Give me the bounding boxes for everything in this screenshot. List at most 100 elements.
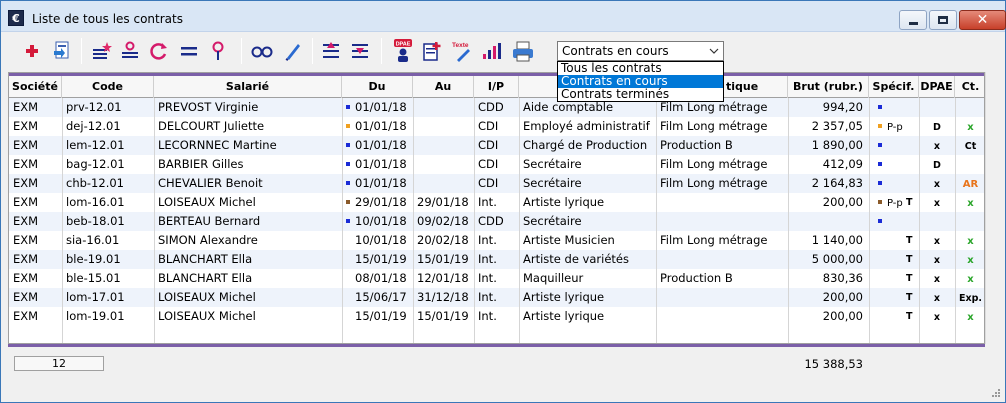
table-row[interactable]: EXM lem-12.01 LECORNNEC Martine 01/01/18 CDI…	[9, 136, 984, 155]
cell-dpae: x	[919, 250, 955, 269]
resize-grip-icon[interactable]	[991, 388, 1001, 398]
cell-du: 01/01/18	[342, 98, 413, 117]
table-row[interactable]: EXM lom-17.01 LOISEAUX Michel 15/06/17 31/12…	[9, 288, 984, 307]
column-header-salarie[interactable]: Salarié	[154, 76, 342, 98]
cell-ct	[955, 98, 984, 117]
refresh-icon[interactable]	[148, 40, 170, 62]
cell-brut: 200,00	[788, 288, 869, 307]
cell-text: Artiste lyrique	[523, 290, 605, 304]
table-row[interactable]: EXM ble-15.01 BLANCHART Ella 08/01/18 12/01/…	[9, 269, 984, 288]
sort-down-icon[interactable]	[350, 40, 372, 62]
cell-du: 15/01/19	[342, 307, 413, 326]
cell-text: chb-12.01	[66, 176, 124, 190]
print-icon[interactable]	[511, 40, 535, 62]
column-header-ip[interactable]: I/P	[474, 76, 519, 98]
cell-emploi: Secrétaire	[519, 155, 656, 174]
column-header-societe[interactable]: Société	[9, 76, 62, 98]
specif-t-flag: T	[906, 235, 913, 246]
table-row[interactable]: EXM dej-12.01 DELCOURT Juliette 01/01/18 CDI…	[9, 117, 984, 136]
cell-prod	[656, 193, 788, 212]
cell-text: 01/01/18	[355, 100, 407, 114]
table-row[interactable]: EXM lom-16.01 LOISEAUX Michel 29/01/18 29/01…	[9, 193, 984, 212]
table-row[interactable]: EXM prv-12.01 PREVOST Virginie 01/01/18 CDD A…	[9, 98, 984, 117]
cell-ct: x	[955, 307, 984, 326]
cell-text: 1 890,00	[811, 138, 863, 152]
cell-text: lem-12.01	[66, 138, 125, 152]
cell-brut: 5 000,00	[788, 250, 869, 269]
cell-text: x	[933, 255, 941, 266]
text-icon[interactable]: Texte	[451, 40, 475, 62]
list-people-icon[interactable]	[119, 40, 141, 62]
pen-icon[interactable]	[282, 40, 304, 62]
cell-text: 01/01/18	[355, 157, 407, 171]
chevron-down-icon	[709, 43, 719, 62]
cell-emploi: Employé administratif	[519, 117, 656, 136]
table-row[interactable]: EXM beb-18.01 BERTEAU Bernard 10/01/18 09/02…	[9, 212, 984, 231]
new-doc-icon[interactable]	[421, 40, 443, 62]
toolbar-separator	[81, 38, 82, 64]
column-header-dpae[interactable]: DPAE	[919, 76, 955, 98]
title-bar[interactable]: € Liste de tous les contrats ✕	[1, 1, 1006, 32]
vertical-scrollbar[interactable]	[985, 72, 1002, 344]
specif-t-flag: T	[906, 273, 913, 284]
cell-code: lem-12.01	[62, 136, 154, 155]
sort-up-icon[interactable]	[321, 40, 343, 62]
cell-du: 01/01/18	[342, 136, 413, 155]
column-header-du[interactable]: Du	[342, 76, 413, 98]
cell-ip: Int.	[474, 288, 519, 307]
table-row[interactable]: EXM ble-19.01 BLANCHART Ella 15/01/19 15/01/…	[9, 250, 984, 269]
column-header-au[interactable]: Au	[413, 76, 474, 98]
cell-dpae: x	[919, 231, 955, 250]
table-row[interactable]: EXM bag-12.01 BARBIER Gilles 01/01/18 CDI Sec…	[9, 155, 984, 174]
cell-text: Employé administratif	[523, 119, 650, 133]
cell-ct: x	[955, 193, 984, 212]
cell-du: 15/06/17	[342, 288, 413, 307]
column-header-specif[interactable]: Spécif.	[869, 76, 919, 98]
column-header-brut[interactable]: Brut (rubr.)	[788, 76, 869, 98]
table-header: Société Code Salarié Du Au I/P tique Bru…	[9, 76, 984, 98]
maximize-button[interactable]	[929, 10, 957, 30]
search-key-icon[interactable]	[207, 40, 229, 62]
cell-ct: x	[955, 250, 984, 269]
cell-text: PREVOST Virginie	[158, 100, 259, 114]
filter-option-ended[interactable]: Contrats terminés	[558, 88, 723, 101]
contract-filter-select[interactable]: Contrats en cours	[557, 41, 724, 61]
cell-societe: EXM	[9, 307, 62, 326]
cell-au	[413, 136, 474, 155]
status-marker-icon	[346, 161, 350, 166]
close-button[interactable]: ✕	[959, 10, 1006, 30]
table-row[interactable]: EXM lom-19.01 LOISEAUX Michel 15/01/19 15/01…	[9, 307, 984, 326]
cell-prod: Film Long métrage	[656, 174, 788, 193]
column-header-ct[interactable]: Ct.	[955, 76, 984, 98]
cell-brut: 200,00	[788, 307, 869, 326]
chart-icon[interactable]	[481, 40, 503, 62]
glasses-icon[interactable]	[251, 40, 273, 62]
table-row[interactable]: EXM chb-12.01 CHEVALIER Benoit 01/01/18 CDI S…	[9, 174, 984, 193]
dpae-icon[interactable]: DPAE	[391, 39, 415, 62]
cell-code: prv-12.01	[62, 98, 154, 117]
cell-ip: CDD	[474, 98, 519, 117]
import-icon[interactable]	[51, 40, 73, 62]
cell-text: EXM	[13, 138, 39, 152]
cell-au	[413, 117, 474, 136]
cell-dpae: x	[919, 193, 955, 212]
column-header-code[interactable]: Code	[62, 76, 154, 98]
cell-text: D	[933, 160, 941, 171]
dpae-label: DPAE	[396, 42, 411, 48]
cell-text: 2 357,05	[811, 119, 863, 133]
cell-text: 29/01/18	[355, 195, 407, 209]
table-row[interactable]: EXM sia-16.01 SIMON Alexandre 10/01/18 20/02…	[9, 231, 984, 250]
app-euro-icon: €	[8, 10, 24, 26]
cell-emploi: Secrétaire	[519, 174, 656, 193]
close-icon: ✕	[976, 12, 989, 28]
minimize-button[interactable]	[899, 10, 927, 30]
cell-text: Int.	[478, 309, 497, 323]
cell-text: Production B	[660, 138, 733, 152]
add-icon[interactable]	[21, 40, 43, 62]
equals-icon[interactable]	[178, 40, 200, 62]
list-star-icon[interactable]	[91, 40, 113, 62]
cell-text: Artiste Musicien	[523, 233, 615, 247]
filter-selected-value: Contrats en cours	[562, 44, 669, 58]
cell-prod	[656, 307, 788, 326]
column-divider	[919, 98, 920, 343]
